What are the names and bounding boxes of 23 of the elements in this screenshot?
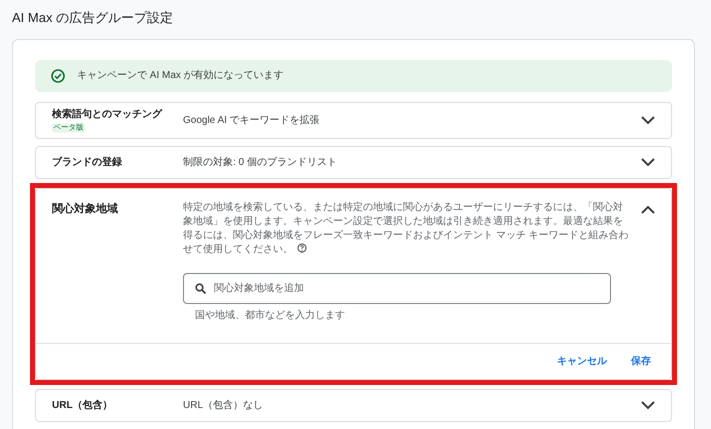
row-label: URL（包含） — [52, 398, 113, 412]
field-hint: 国や地域、都市などを入力します — [195, 308, 346, 322]
chevron-up-icon[interactable] — [641, 204, 655, 214]
row-label: 検索語句とのマッチング — [52, 108, 162, 122]
chevron-down-icon[interactable] — [641, 158, 655, 166]
search-field[interactable]: 関心対象地域を追加 — [183, 272, 611, 304]
help-icon[interactable] — [297, 242, 307, 252]
row-value: Google AI でキーワードを拡張 — [183, 114, 321, 128]
page-title: AI Max の広告グループ設定 — [12, 9, 174, 27]
row-label: ブランドの登録 — [52, 156, 122, 170]
settings-row[interactable]: URL（包含） URL（包含）なし — [35, 388, 672, 422]
cancel-button[interactable]: キャンセル — [557, 354, 607, 368]
save-button[interactable]: 保存 — [631, 354, 651, 368]
row-value: URL（包含）なし — [183, 398, 264, 412]
chevron-down-icon[interactable] — [641, 116, 655, 124]
section-label: 関心対象地域 — [52, 202, 119, 216]
chevron-down-icon[interactable] — [641, 400, 655, 410]
check-circle-icon — [51, 68, 65, 82]
banner-text: キャンペーンで AI Max が有効になっています — [77, 68, 284, 83]
description-text: 特定の地域を検索している、または特定の地域に関心があるユーザーにリーチするには、「関心対象地域」を使用します。キャンペーン設定で選択した地域は引き続き適用されます。最適な結果を得るには、関心対象地域をフレーズ一致キーワードおよびインテント マッチ キーワードと組み合わせて使用してください。 — [183, 200, 629, 256]
row-value: 制限の対象: 0 個のブランドリスト — [183, 156, 338, 170]
settings-row[interactable]: ブランドの登録 制限の対象: 0 個のブランドリスト — [35, 146, 672, 178]
search-icon — [195, 282, 206, 294]
